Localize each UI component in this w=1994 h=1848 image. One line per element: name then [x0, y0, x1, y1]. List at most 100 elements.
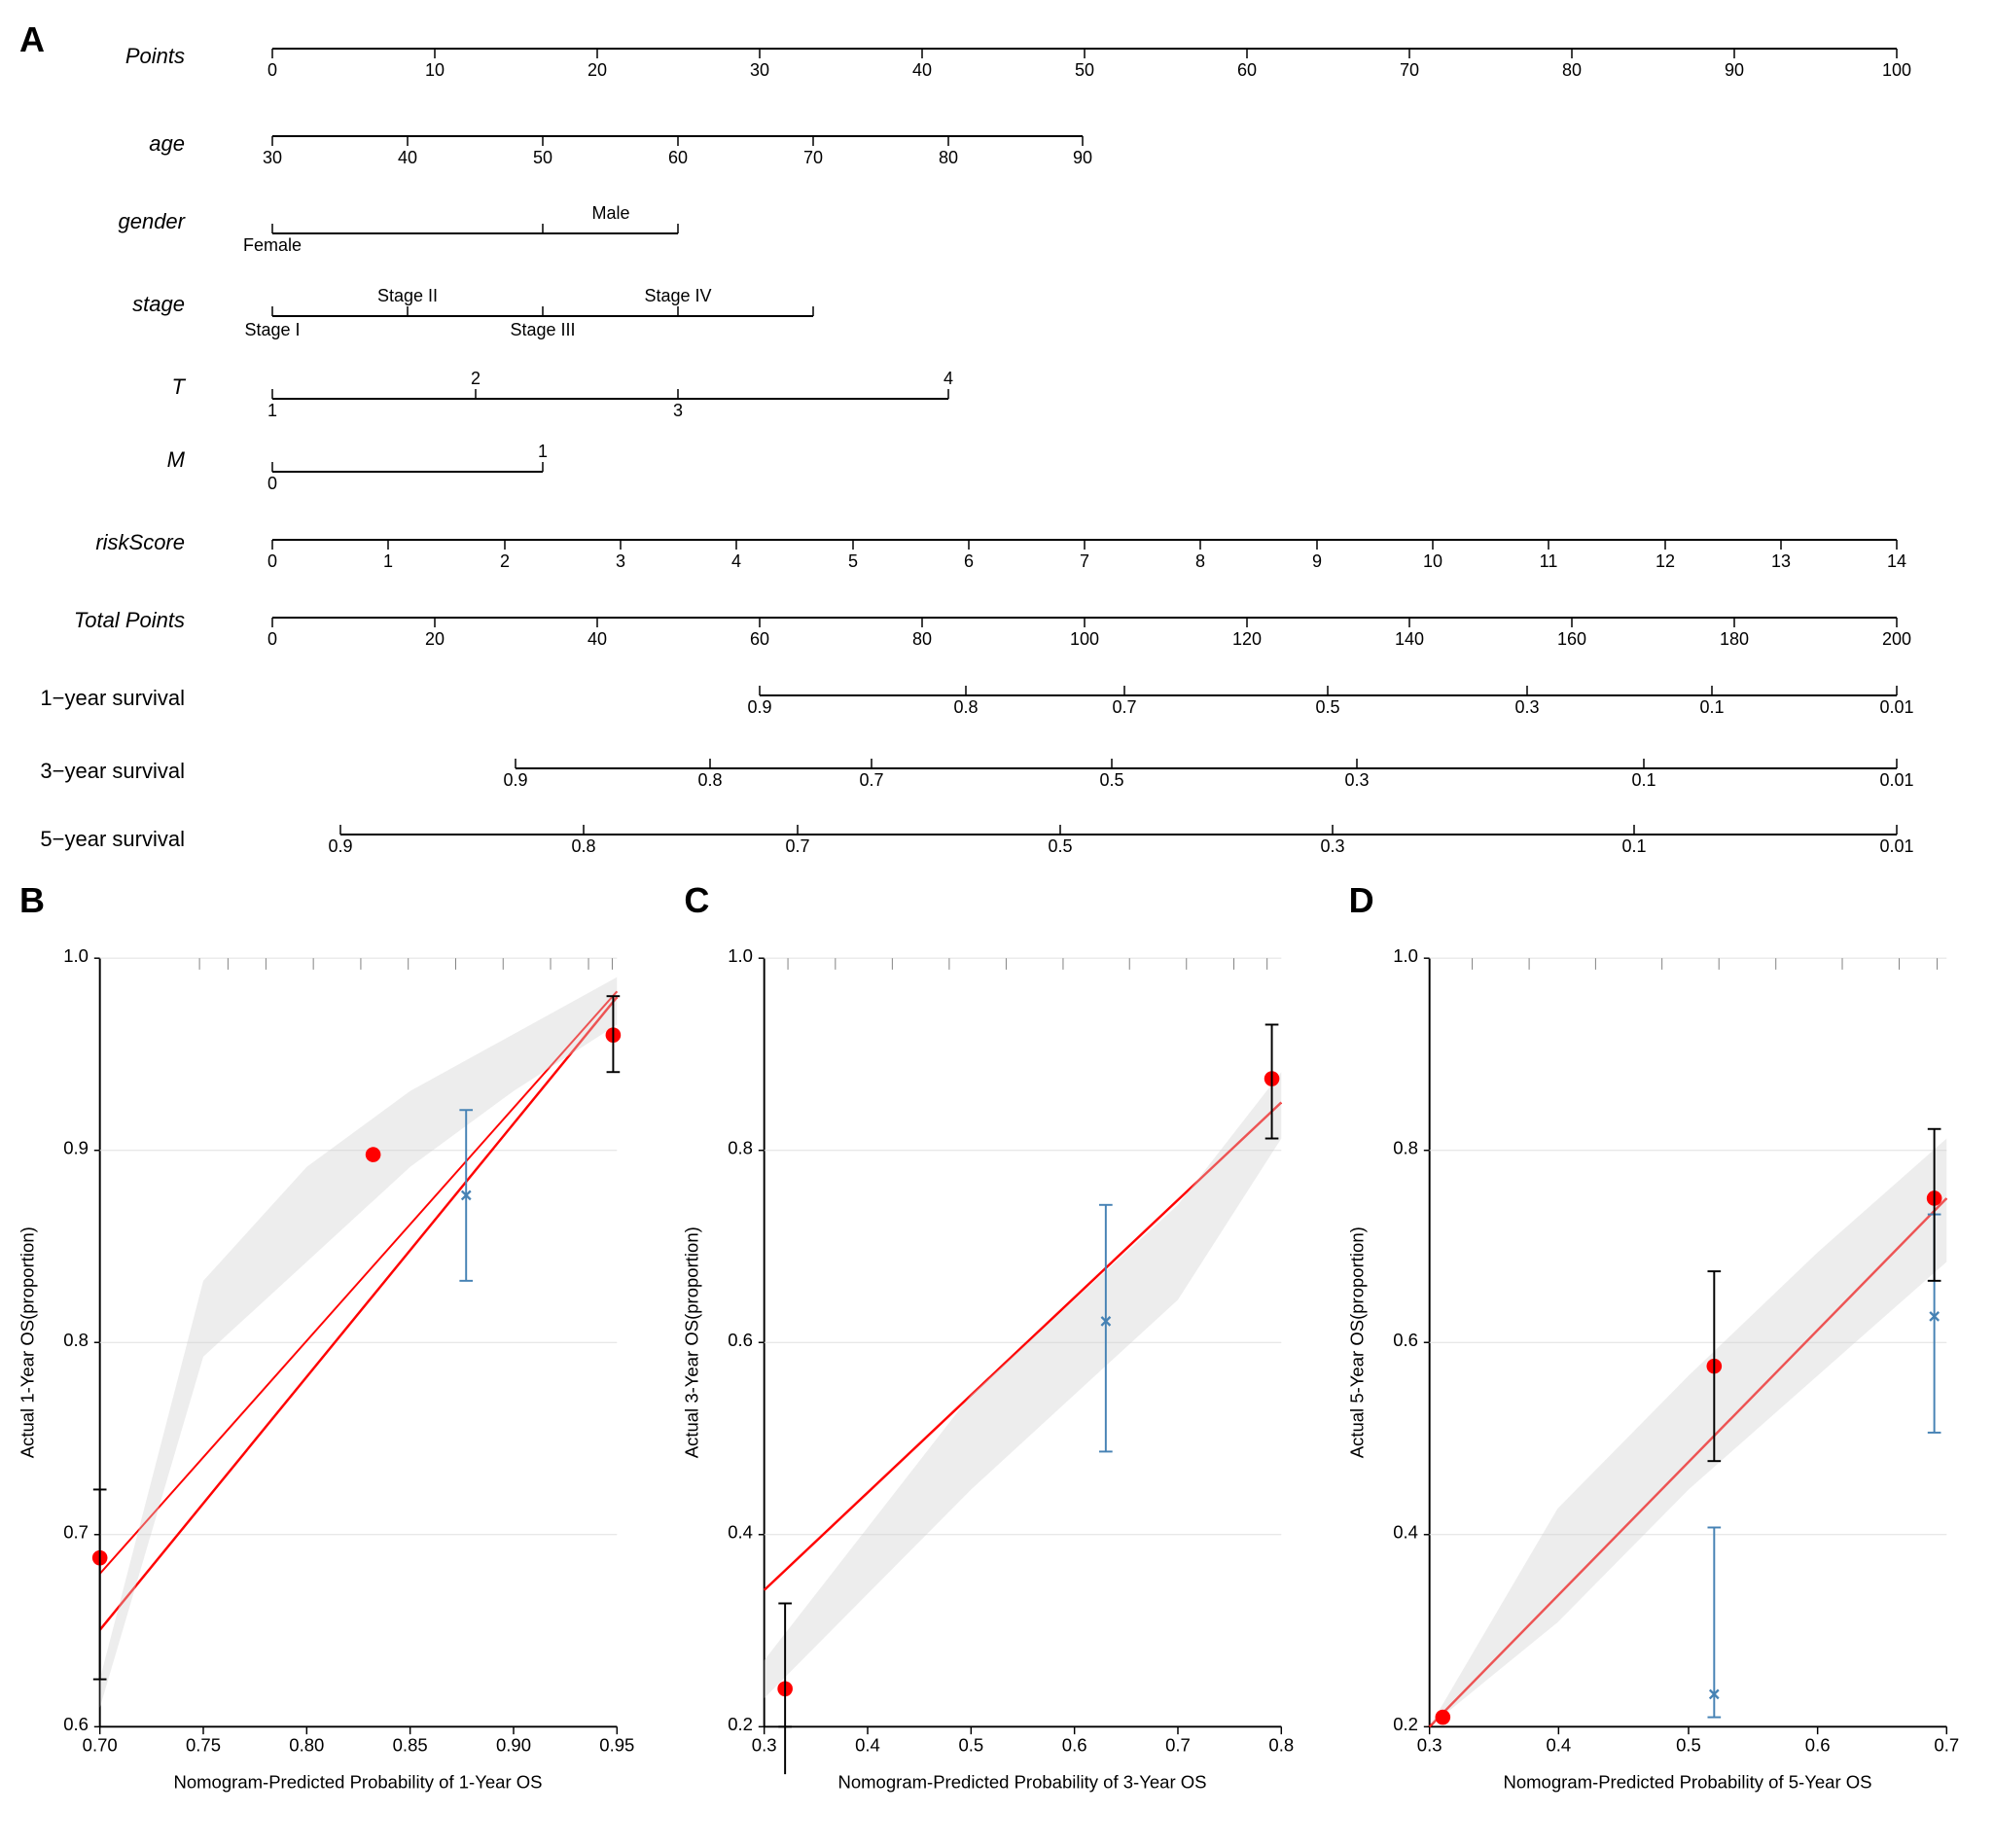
svg-text:0.1: 0.1	[1621, 836, 1646, 856]
panel-b: B 0.6 0.7 0.8 0.9 1.0	[10, 875, 655, 1829]
svg-text:Nomogram-Predicted Probability: Nomogram-Predicted Probability of 5-Year…	[1503, 1772, 1871, 1793]
svg-text:40: 40	[398, 148, 417, 167]
svg-text:1: 1	[267, 401, 277, 420]
svg-text:0.3: 0.3	[1320, 836, 1344, 856]
panel-c: C 0.2 0.4 0.6 0.8 1.0 0.3	[674, 875, 1319, 1829]
svg-text:0.5: 0.5	[1676, 1735, 1701, 1756]
svg-text:1.0: 1.0	[1393, 945, 1418, 966]
svg-text:Actual 5-Year OS(proportion): Actual 5-Year OS(proportion)	[1346, 1226, 1367, 1458]
svg-text:120: 120	[1232, 629, 1262, 649]
svg-text:11: 11	[1540, 551, 1558, 571]
svg-text:80: 80	[1562, 60, 1582, 80]
svg-text:2: 2	[500, 551, 510, 571]
svg-text:0.2: 0.2	[1393, 1714, 1418, 1734]
svg-text:9: 9	[1312, 551, 1322, 571]
panel-d-label: D	[1349, 880, 1374, 921]
svg-text:0.2: 0.2	[729, 1714, 754, 1734]
svg-text:0.5: 0.5	[1315, 697, 1339, 717]
svg-text:Stage II: Stage II	[377, 286, 438, 305]
gender-label: gender	[118, 209, 186, 233]
survival3yr-label: 3−year survival	[40, 759, 185, 783]
svg-text:0.3: 0.3	[752, 1735, 777, 1756]
panel-b-label: B	[19, 880, 45, 921]
svg-text:90: 90	[1073, 148, 1092, 167]
svg-text:40: 40	[588, 629, 607, 649]
svg-text:1.0: 1.0	[63, 945, 89, 966]
bottom-panels: B 0.6 0.7 0.8 0.9 1.0	[0, 866, 1994, 1838]
svg-text:0.3: 0.3	[1416, 1735, 1442, 1756]
svg-text:0.8: 0.8	[729, 1138, 754, 1158]
svg-text:0: 0	[267, 551, 277, 571]
svg-text:80: 80	[939, 148, 958, 167]
svg-text:0.90: 0.90	[496, 1735, 531, 1756]
svg-text:0.6: 0.6	[729, 1330, 754, 1350]
svg-text:0.9: 0.9	[328, 836, 352, 856]
svg-text:0.5: 0.5	[1099, 770, 1123, 790]
riskscore-label: riskScore	[95, 530, 185, 554]
svg-text:0.7: 0.7	[1165, 1735, 1191, 1756]
svg-text:0.4: 0.4	[1393, 1522, 1418, 1543]
svg-text:Male: Male	[591, 203, 629, 223]
svg-text:100: 100	[1882, 60, 1911, 80]
svg-text:0.4: 0.4	[729, 1522, 754, 1543]
panel-a: A Points 0 10 20 30 40 50 60 70 80 90 10…	[0, 10, 1994, 856]
svg-text:10: 10	[1423, 551, 1442, 571]
svg-text:0.9: 0.9	[747, 697, 771, 717]
svg-text:70: 70	[1400, 60, 1419, 80]
svg-text:0.7: 0.7	[1934, 1735, 1959, 1756]
svg-text:90: 90	[1725, 60, 1744, 80]
svg-text:0.7: 0.7	[859, 770, 883, 790]
svg-text:20: 20	[588, 60, 607, 80]
svg-text:Actual 3-Year OS(proportion): Actual 3-Year OS(proportion)	[682, 1226, 702, 1458]
svg-text:80: 80	[912, 629, 932, 649]
svg-text:0.85: 0.85	[393, 1735, 428, 1756]
svg-text:0.5: 0.5	[1048, 836, 1072, 856]
svg-text:2: 2	[471, 369, 481, 388]
svg-text:40: 40	[912, 60, 932, 80]
svg-text:70: 70	[803, 148, 823, 167]
svg-text:200: 200	[1882, 629, 1911, 649]
svg-text:0.6: 0.6	[63, 1714, 89, 1734]
svg-text:5: 5	[848, 551, 858, 571]
nomogram-svg: Points 0 10 20 30 40 50 60 70 80 90 100 …	[0, 10, 1994, 856]
svg-text:0: 0	[267, 474, 277, 493]
totalpoints-label: Total Points	[74, 608, 185, 632]
svg-text:0.75: 0.75	[186, 1735, 221, 1756]
points-label: Points	[125, 44, 185, 68]
svg-text:Nomogram-Predicted Probability: Nomogram-Predicted Probability of 3-Year…	[838, 1772, 1207, 1793]
svg-text:0.4: 0.4	[855, 1735, 880, 1756]
svg-text:0.7: 0.7	[63, 1522, 89, 1543]
svg-text:0.5: 0.5	[959, 1735, 984, 1756]
svg-text:Nomogram-Predicted Probability: Nomogram-Predicted Probability of 1-Year…	[173, 1772, 542, 1793]
svg-text:Stage III: Stage III	[510, 320, 575, 339]
svg-text:100: 100	[1070, 629, 1099, 649]
svg-text:3: 3	[616, 551, 625, 571]
svg-text:1: 1	[538, 442, 548, 461]
svg-text:0.95: 0.95	[599, 1735, 634, 1756]
svg-text:160: 160	[1557, 629, 1586, 649]
svg-text:1: 1	[383, 551, 393, 571]
panel-c-label: C	[684, 880, 709, 921]
survival1yr-label: 1−year survival	[40, 686, 185, 710]
svg-text:4: 4	[731, 551, 741, 571]
svg-text:Stage I: Stage I	[244, 320, 300, 339]
svg-text:50: 50	[533, 148, 552, 167]
svg-text:0.6: 0.6	[1804, 1735, 1830, 1756]
svg-text:180: 180	[1720, 629, 1749, 649]
svg-text:0.6: 0.6	[1062, 1735, 1087, 1756]
svg-text:0.8: 0.8	[953, 697, 978, 717]
svg-text:0.9: 0.9	[503, 770, 527, 790]
svg-text:30: 30	[263, 148, 282, 167]
svg-text:0.8: 0.8	[63, 1330, 89, 1350]
d-point-1	[1435, 1710, 1450, 1725]
svg-text:20: 20	[425, 629, 445, 649]
svg-text:0.01: 0.01	[1879, 836, 1913, 856]
svg-text:50: 50	[1075, 60, 1094, 80]
svg-text:12: 12	[1656, 551, 1675, 571]
svg-text:0.8: 0.8	[1269, 1735, 1295, 1756]
svg-text:0.80: 0.80	[289, 1735, 324, 1756]
svg-text:0.8: 0.8	[571, 836, 595, 856]
T-label: T	[172, 374, 187, 399]
svg-text:0.1: 0.1	[1699, 697, 1724, 717]
svg-text:0.3: 0.3	[1514, 697, 1539, 717]
